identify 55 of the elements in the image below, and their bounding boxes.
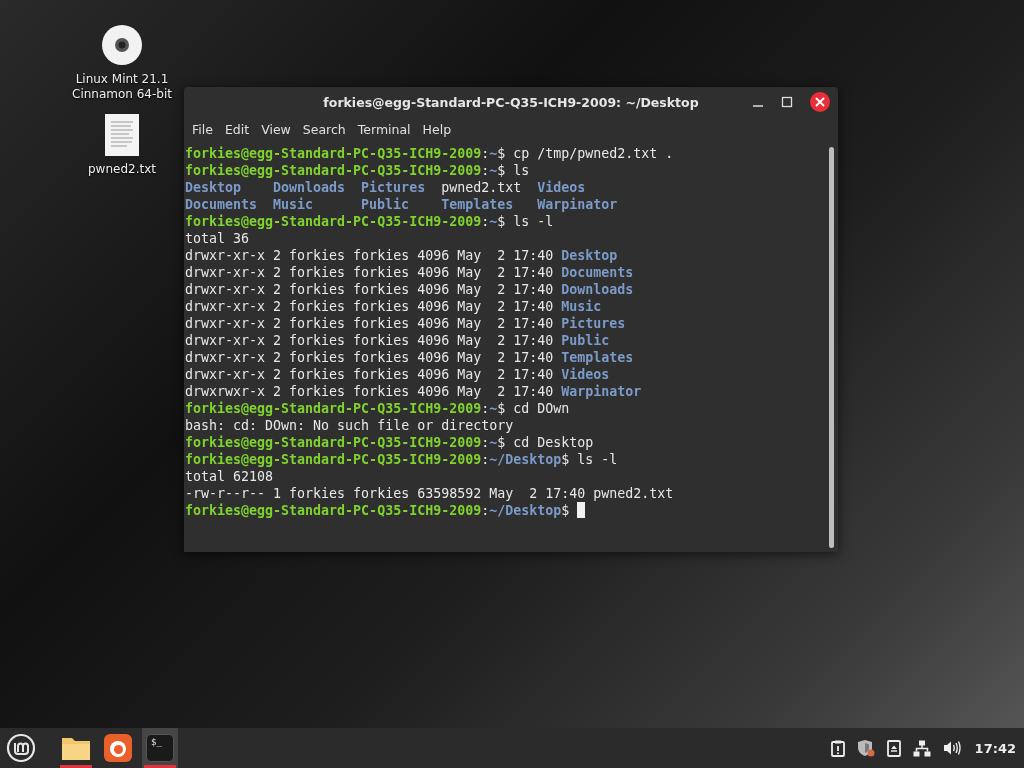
menu-item[interactable]: Help — [416, 122, 458, 137]
terminal-line: forkies@egg-Standard-PC-Q35-ICH9-2009:~/Desktop$ — [185, 502, 586, 519]
volume-icon[interactable] — [942, 740, 961, 756]
terminal-line: drwxr-xr-x 2 forkies forkies 4096 May 2 17:40 Public — [185, 332, 610, 349]
eject-drive-icon[interactable] — [886, 739, 901, 757]
close-icon[interactable] — [810, 92, 830, 112]
menu-item[interactable]: File — [186, 122, 219, 137]
clock[interactable]: 17:42 — [974, 740, 1016, 756]
terminal-line: drwxr-xr-x 2 forkies forkies 4096 May 2 17:40 Downloads — [185, 281, 634, 298]
terminal-line: drwxr-xr-x 2 forkies forkies 4096 May 2 17:40 Documents — [185, 264, 634, 281]
terminal-line: drwxr-xr-x 2 forkies forkies 4096 May 2 17:40 Templates — [185, 349, 634, 366]
file-name: Downloads — [273, 179, 346, 196]
terminal-line: forkies@egg-Standard-PC-Q35-ICH9-2009:~$ ls -l — [185, 213, 554, 230]
terminal-line: drwxr-xr-x 2 forkies forkies 4096 May 2 17:40 Videos — [185, 366, 610, 383]
browser-icon — [104, 734, 132, 762]
terminal-icon: $_ — [146, 734, 174, 762]
terminal-line: forkies@egg-Standard-PC-Q35-ICH9-2009:~/Desktop$ ls -l — [185, 451, 618, 468]
file-name: Templates — [441, 196, 514, 213]
file-name: Videos — [537, 179, 586, 196]
file-name: pwned2.txt — [441, 179, 522, 196]
network-icon[interactable] — [912, 739, 931, 757]
file-name: Desktop — [185, 179, 242, 196]
terminal-line: drwxr-xr-x 2 forkies forkies 4096 May 2 17:40 Music — [185, 298, 602, 315]
text-cursor — [577, 502, 586, 518]
disc-icon[interactable] — [101, 24, 143, 66]
terminal-line: forkies@egg-Standard-PC-Q35-ICH9-2009:~$ cp /tmp/pwned2.txt . — [185, 145, 674, 162]
desktop-icon-label[interactable]: pwned2.txt — [88, 162, 156, 177]
clipboard-alert-icon[interactable] — [830, 739, 845, 757]
terminal-line: -rw-r--r-- 1 forkies forkies 63598592 May 2 17:40 pwned2.txt — [185, 485, 674, 502]
scrollbar[interactable] — [829, 147, 834, 548]
taskbar-app[interactable]: $_ — [142, 728, 178, 768]
file-name: Warpinator — [537, 196, 618, 213]
terminal-line: forkies@egg-Standard-PC-Q35-ICH9-2009:~$ ls — [185, 162, 530, 179]
desktop-icon-label[interactable]: Linux Mint 21.1 Cinnamon 64-bit — [72, 72, 172, 102]
menu-logo-icon[interactable] — [6, 733, 36, 763]
menu-item[interactable]: Edit — [218, 122, 256, 137]
terminal-line: drwxr-xr-x 2 forkies forkies 4096 May 2 17:40 Desktop — [185, 247, 618, 264]
menu-item[interactable]: Terminal — [351, 122, 417, 137]
terminal-line: total 36 — [185, 230, 250, 247]
menu-item[interactable]: View — [255, 122, 297, 137]
folder-icon — [61, 735, 91, 761]
shield-icon[interactable] — [856, 739, 875, 757]
terminal-line: total 62108 — [185, 468, 274, 485]
menu-item[interactable]: Search — [296, 122, 352, 137]
terminal-line: bash: cd: DOwn: No such file or directory — [185, 417, 514, 434]
file-name: Documents — [185, 196, 258, 213]
terminal-line: forkies@egg-Standard-PC-Q35-ICH9-2009:~$ cd Desktop — [185, 434, 594, 451]
file-name: Public — [361, 196, 410, 213]
terminal-line: forkies@egg-Standard-PC-Q35-ICH9-2009:~$ cd DOwn — [185, 400, 570, 417]
maximize-icon[interactable] — [781, 96, 793, 108]
file-name: Music — [273, 196, 314, 213]
terminal-line: drwxr-xr-x 2 forkies forkies 4096 May 2 17:40 Pictures — [185, 315, 626, 332]
terminal-line: drwxrwxr-x 2 forkies forkies 4096 May 2 17:40 Warpinator — [185, 383, 642, 400]
file-name: Pictures — [361, 179, 426, 196]
window-title: forkies@egg-Standard-PC-Q35-ICH9-2009: ~/Desktop — [323, 94, 699, 110]
